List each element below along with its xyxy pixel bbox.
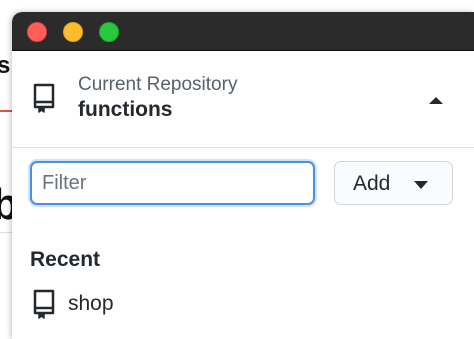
background-divider [0, 110, 12, 112]
background-glyph: s [0, 52, 11, 79]
filter-input[interactable] [30, 161, 315, 205]
repository-popover-window: Current Repository functions Add Recent … [12, 12, 474, 339]
caret-up-icon[interactable] [425, 92, 447, 108]
add-button[interactable]: Add [334, 161, 453, 205]
close-window-button[interactable] [27, 22, 47, 42]
title-bar [12, 12, 474, 51]
list-item[interactable]: shop [12, 284, 474, 324]
current-repository-label: Current Repository [78, 74, 238, 95]
background-divider [0, 232, 12, 233]
add-button-label: Add [353, 172, 391, 195]
recent-section-title: Recent [30, 248, 101, 271]
minimize-window-button[interactable] [63, 22, 83, 42]
repository-name: functions [78, 98, 173, 121]
repository-item-label: shop [68, 292, 114, 315]
maximize-window-button[interactable] [99, 22, 119, 42]
caret-down-icon [414, 181, 428, 189]
repo-icon [33, 83, 55, 113]
repo-icon [33, 289, 55, 319]
current-repository-header[interactable]: Current Repository functions [12, 51, 474, 148]
